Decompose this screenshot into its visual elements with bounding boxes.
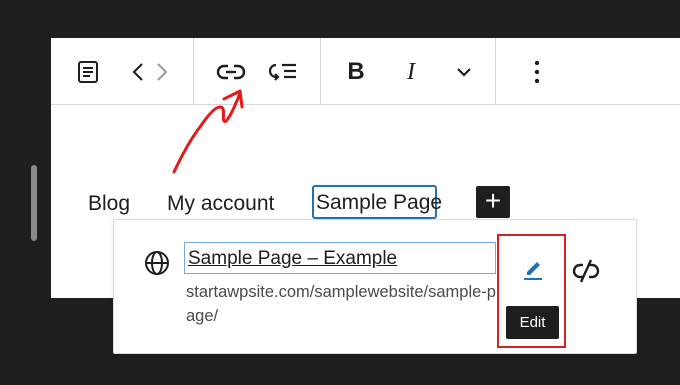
- scroll-handle[interactable]: [31, 165, 37, 241]
- pencil-icon[interactable]: [521, 258, 545, 287]
- chevron-left-icon[interactable]: [127, 52, 149, 92]
- edit-tooltip: Edit: [506, 306, 559, 339]
- submenu-icon[interactable]: [265, 52, 299, 92]
- bold-button[interactable]: B: [341, 52, 371, 92]
- toolbar-divider: [495, 38, 496, 105]
- page-icon[interactable]: [73, 52, 103, 92]
- link-url: startawpsite.com/samplewebsite/sample-pa…: [186, 283, 496, 325]
- unlink-icon[interactable]: [571, 258, 601, 289]
- nav-item-blog[interactable]: Blog: [88, 190, 130, 218]
- italic-button[interactable]: I: [396, 52, 426, 92]
- block-toolbar: B I: [51, 38, 680, 105]
- nav-item-sample-page[interactable]: Sample Page: [312, 185, 442, 219]
- link-title[interactable]: Sample Page – Example: [184, 242, 496, 274]
- globe-icon: [144, 250, 170, 281]
- chevron-down-icon[interactable]: [452, 52, 476, 92]
- nav-item-my-account[interactable]: My account: [167, 190, 274, 218]
- red-arrow-annotation: [172, 89, 244, 174]
- more-options-icon[interactable]: [527, 52, 547, 92]
- add-block-button[interactable]: +: [476, 186, 510, 218]
- toolbar-divider: [320, 38, 321, 105]
